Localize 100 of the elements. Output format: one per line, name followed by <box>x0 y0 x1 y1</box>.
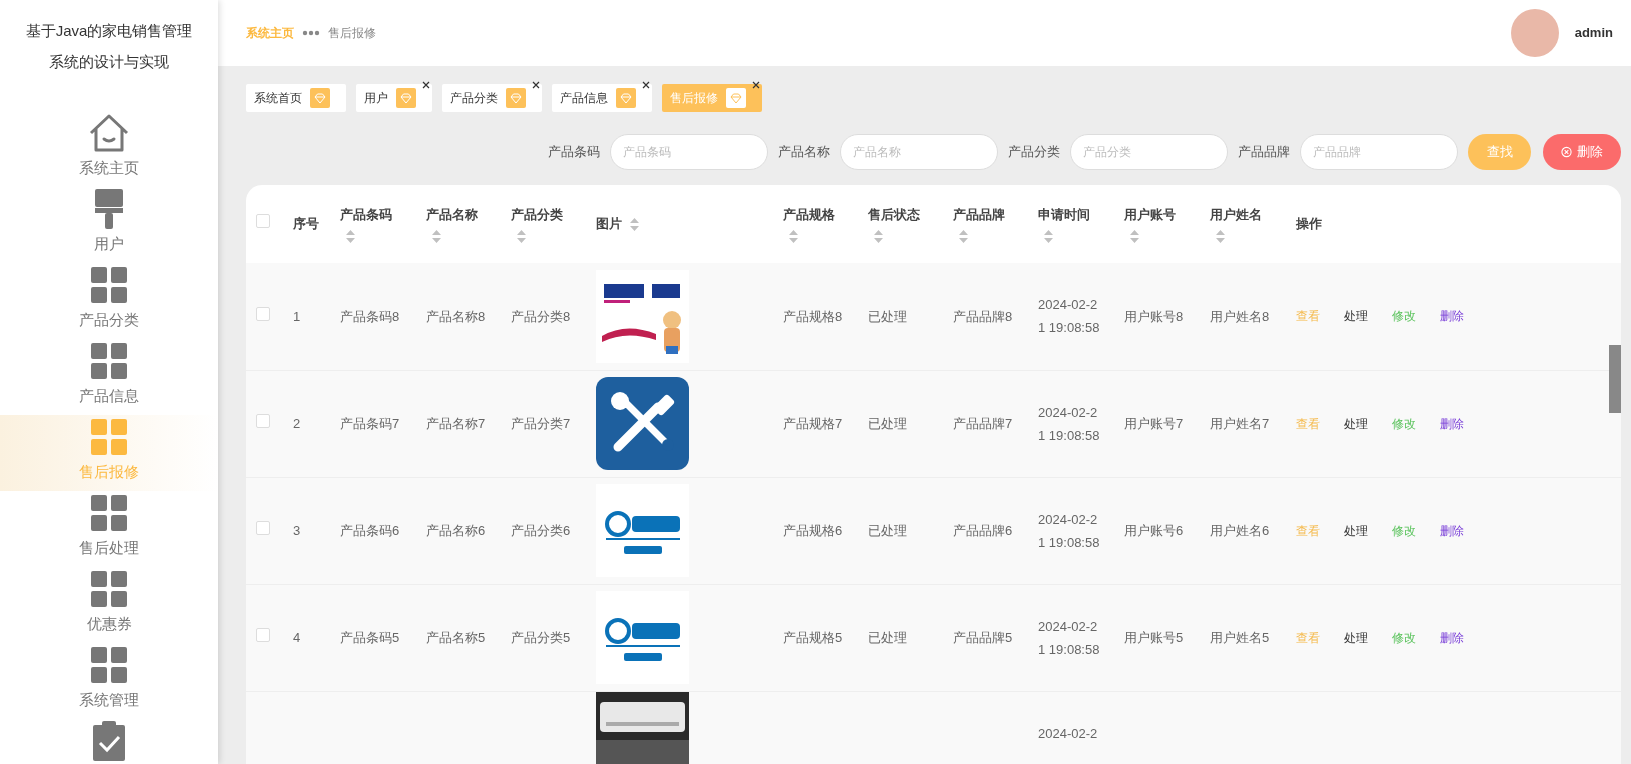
table-cell-text: 产品名称6 <box>426 521 487 540</box>
table-cell-text: 产品品牌5 <box>953 628 1014 647</box>
tab[interactable]: 产品分类 <box>442 84 542 112</box>
row-checkbox[interactable] <box>256 413 270 428</box>
table-cell-text: 2024-02-2 <box>1038 724 1099 743</box>
gem-icon <box>506 88 526 108</box>
table-cell-text: 产品条码7 <box>340 414 401 433</box>
search-field[interactable]: 产品名称 <box>840 134 998 170</box>
tab[interactable]: 系统首页 <box>246 84 346 112</box>
table-cell-text: 已处理 <box>868 307 908 326</box>
table-cell-text: 用户账号5 <box>1124 628 1185 647</box>
table-cell-text: 2024-02-21 19:08:58 <box>1038 403 1101 445</box>
column-header: 用户姓名 <box>1210 205 1263 224</box>
close-icon[interactable] <box>642 81 650 89</box>
process-link[interactable]: 处理 <box>1344 628 1368 647</box>
search-field[interactable]: 产品条码 <box>610 134 768 170</box>
sidebar-item[interactable]: 产品信息 <box>0 339 218 415</box>
table-cell-text: 产品品牌6 <box>953 521 1014 540</box>
column-header: 申请时间 <box>1038 205 1091 224</box>
close-circle-icon <box>1561 146 1572 158</box>
column-header: 序号 <box>293 216 319 232</box>
gem-icon <box>616 88 636 108</box>
process-link[interactable]: 处理 <box>1344 414 1368 433</box>
table-cell-text: 2024-02-21 19:08:58 <box>1038 296 1101 338</box>
sidebar-item[interactable]: 系统主页 <box>0 111 218 187</box>
table-cell-text: 1 <box>293 307 302 326</box>
sort-icon <box>1216 230 1225 244</box>
search-field[interactable]: 产品分类 <box>1070 134 1228 170</box>
row-checkbox[interactable] <box>256 627 270 642</box>
table-cell-text: 用户账号6 <box>1124 521 1185 540</box>
sort-icon <box>630 217 639 231</box>
table-cell-text: 已处理 <box>868 521 908 540</box>
tab[interactable]: 产品信息 <box>552 84 652 112</box>
column-header: 操作 <box>1296 216 1322 232</box>
table-cell-text: 用户账号7 <box>1124 414 1185 433</box>
sort-icon <box>959 230 968 244</box>
table-cell-text: 用户姓名6 <box>1210 521 1271 540</box>
app-title: 基于Java的家电销售管理系统的设计与实现 <box>25 21 193 72</box>
table-cell-text: 产品规格5 <box>783 628 844 647</box>
delete-link[interactable]: 删除 <box>1440 521 1464 540</box>
table-cell-text: 产品规格7 <box>783 414 844 433</box>
search-field[interactable]: 产品品牌 <box>1300 134 1458 170</box>
row-checkbox[interactable] <box>256 520 270 535</box>
column-header: 产品条码 <box>340 205 393 224</box>
process-link[interactable]: 处理 <box>1344 307 1368 326</box>
separator-icon <box>302 30 320 36</box>
column-header: 产品品牌 <box>953 205 1006 224</box>
delete-link[interactable]: 删除 <box>1440 414 1464 433</box>
sidebar-item[interactable]: 售后处理 <box>0 491 218 567</box>
table-cell-text: 产品规格6 <box>783 521 844 540</box>
table-cell-text: 已处理 <box>868 628 908 647</box>
column-header: 产品规格 <box>783 205 836 224</box>
table-cell-text: 2 <box>293 414 302 433</box>
delete-link[interactable]: 删除 <box>1440 307 1464 326</box>
sort-icon <box>517 230 526 244</box>
user-name[interactable]: admin <box>1574 23 1613 43</box>
column-header: 产品分类 <box>511 205 564 224</box>
sort-icon <box>1130 230 1139 244</box>
table-cell-text: 3 <box>293 521 302 540</box>
sort-icon <box>346 230 355 244</box>
table-cell-text: 已处理 <box>868 414 908 433</box>
delete-button[interactable]: 删除 <box>1543 134 1621 170</box>
table-cell-text: 用户姓名5 <box>1210 628 1271 647</box>
table-cell-text: 用户姓名7 <box>1210 414 1271 433</box>
gem-icon <box>310 88 330 108</box>
column-header: 图片 <box>596 215 622 234</box>
delete-link[interactable]: 删除 <box>1440 628 1464 647</box>
column-header: 售后状态 <box>868 205 921 224</box>
field-label: 产品名称 <box>778 143 830 162</box>
sidebar-item[interactable]: 优惠券 <box>0 567 218 643</box>
gem-icon <box>396 88 416 108</box>
column-header: 产品名称 <box>426 205 479 224</box>
table-cell-text: 产品名称5 <box>426 628 487 647</box>
sort-icon <box>1044 230 1053 244</box>
process-link[interactable]: 处理 <box>1344 521 1368 540</box>
row-checkbox[interactable] <box>256 306 270 321</box>
sort-icon <box>432 230 441 244</box>
user-avatar[interactable] <box>1510 9 1559 57</box>
sort-icon <box>874 230 883 244</box>
table-cell-text: 4 <box>293 628 302 647</box>
close-icon[interactable] <box>752 81 760 89</box>
tab[interactable]: 用户 <box>356 84 432 112</box>
table-cell-text: 产品分类8 <box>511 307 572 326</box>
table-cell-text: 产品条码8 <box>340 307 401 326</box>
table-cell-text: 产品条码5 <box>340 628 401 647</box>
table-cell-text: 产品分类7 <box>511 414 572 433</box>
sidebar-item[interactable]: 产品分类 <box>0 263 218 339</box>
table-cell-text: 用户姓名8 <box>1210 307 1271 326</box>
table-cell-text: 产品名称7 <box>426 414 487 433</box>
select-all-checkbox[interactable] <box>256 214 270 229</box>
table-cell-text: 产品分类6 <box>511 521 572 540</box>
table-cell-text: 产品品牌7 <box>953 414 1014 433</box>
sidebar-item[interactable]: 系统管理 <box>0 643 218 719</box>
sort-icon <box>789 230 798 244</box>
table-cell-text: 产品分类5 <box>511 628 572 647</box>
scrollbar-thumb[interactable] <box>1609 345 1621 413</box>
gem-icon <box>726 88 746 108</box>
close-icon[interactable] <box>532 81 540 89</box>
sidebar-item[interactable]: 用户 <box>0 187 218 263</box>
close-icon[interactable] <box>422 81 430 89</box>
